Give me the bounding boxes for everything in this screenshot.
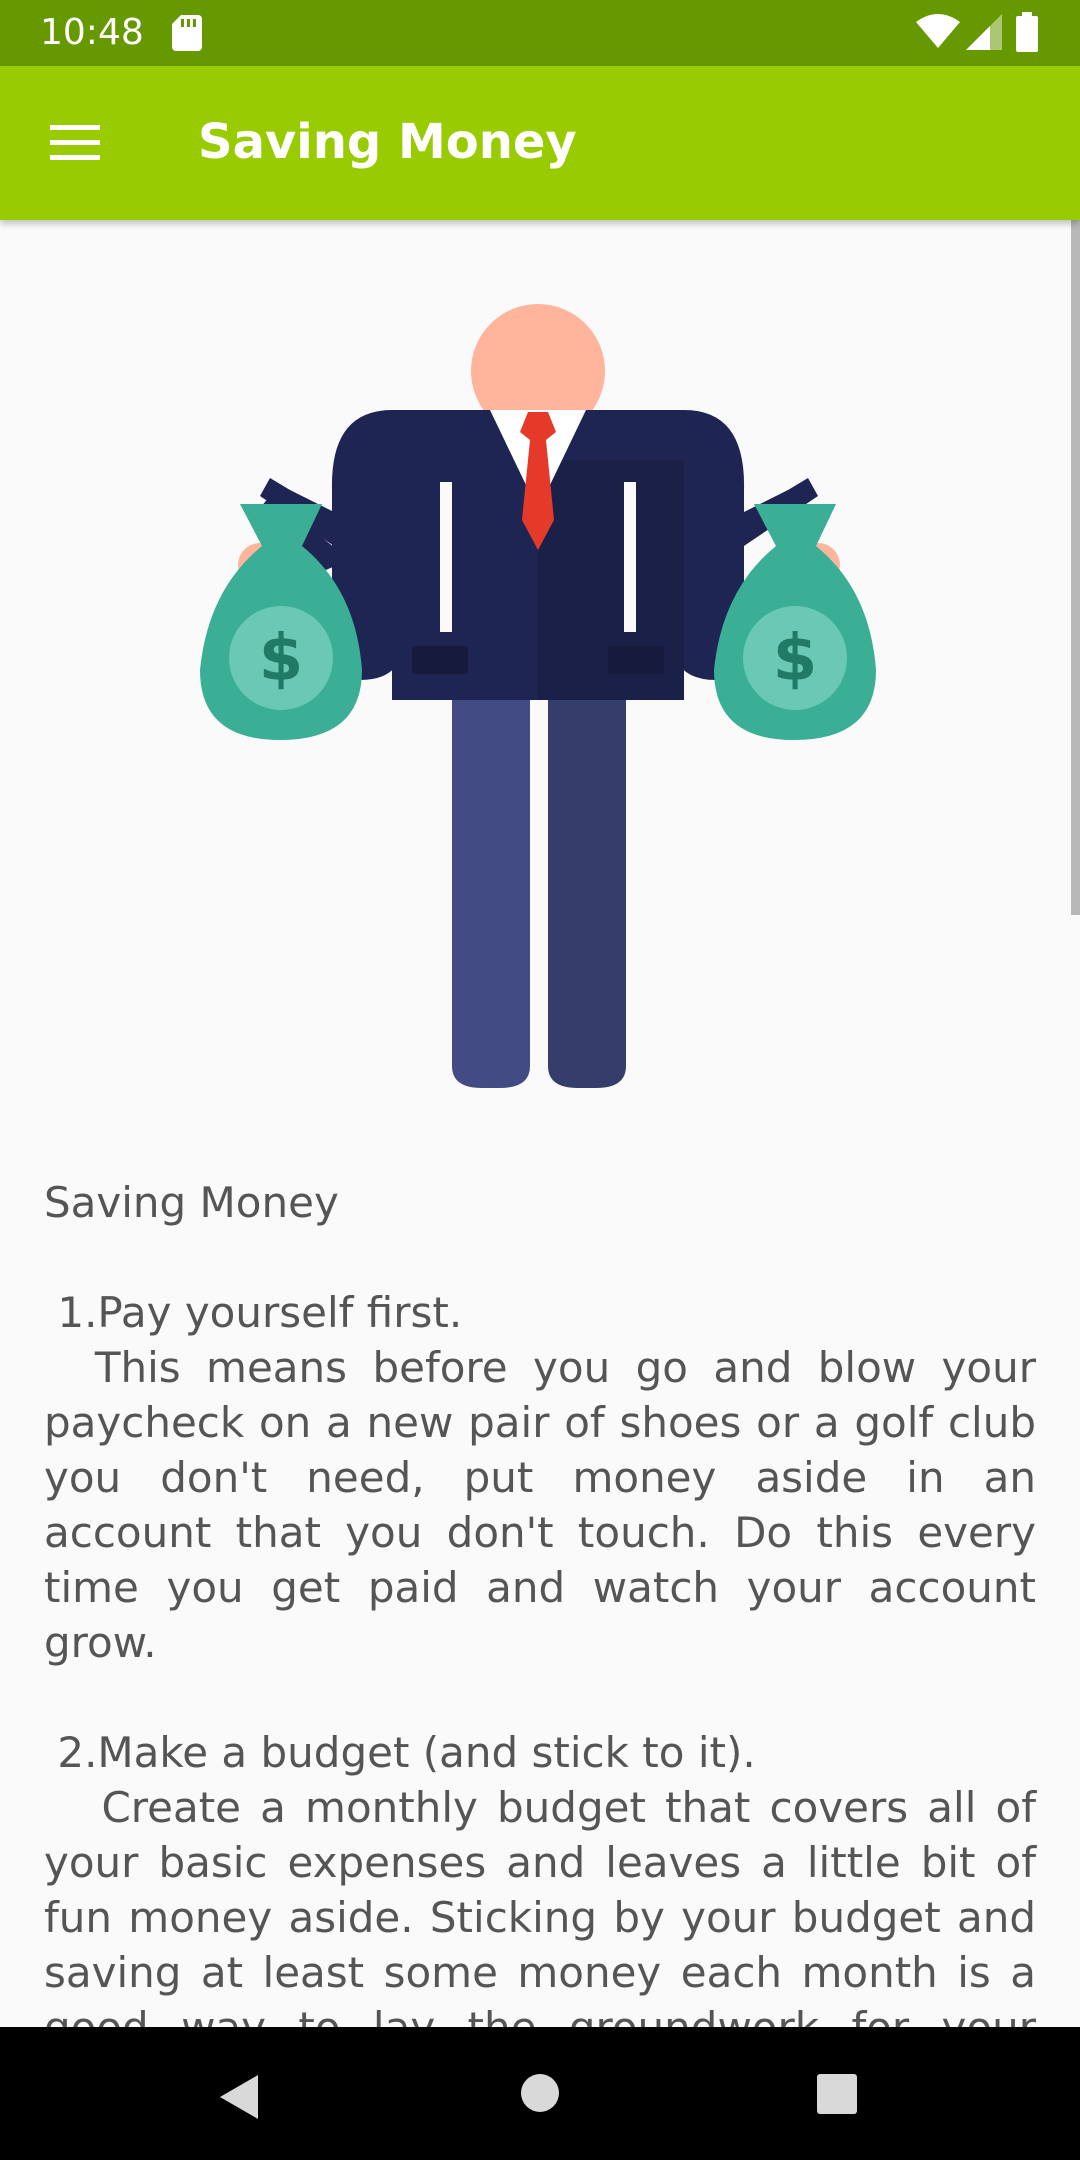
recents-square-icon[interactable]: [816, 2073, 858, 2115]
tip-body: Create a monthly budget that covers all …: [44, 1783, 1036, 2027]
scrollbar[interactable]: [1071, 220, 1080, 915]
signal-icon: [966, 14, 1002, 50]
dollar-sign-right: $: [773, 622, 818, 696]
app-bar: Saving Money: [0, 66, 1080, 220]
hamburger-menu-icon[interactable]: [46, 121, 108, 165]
wifi-icon: [916, 14, 960, 48]
status-time: 10:48: [40, 12, 144, 53]
article-content[interactable]: $ $ Saving Money 1.Pay yourself first. T…: [0, 220, 1080, 2027]
sd-card-icon: [172, 15, 202, 51]
status-bar: 10:48: [0, 0, 1080, 66]
dollar-sign-left: $: [259, 622, 304, 696]
tip-title: 2.Make a budget (and stick to it).: [44, 1728, 756, 1777]
home-circle-icon[interactable]: [520, 2073, 560, 2113]
tip-title: 1.Pay yourself first.: [44, 1288, 463, 1337]
article-heading: Saving Money: [44, 1178, 339, 1227]
back-triangle-icon[interactable]: [216, 2073, 260, 2121]
article-text: Saving Money 1.Pay yourself first. This …: [44, 1175, 1036, 2027]
navigation-bar: [0, 2027, 1080, 2160]
page-title: Saving Money: [198, 114, 577, 170]
battery-icon: [1016, 12, 1038, 52]
businessman-with-money-bags-icon: $ $: [200, 304, 876, 1088]
tip-body: This means before you go and blow your p…: [44, 1343, 1050, 1667]
